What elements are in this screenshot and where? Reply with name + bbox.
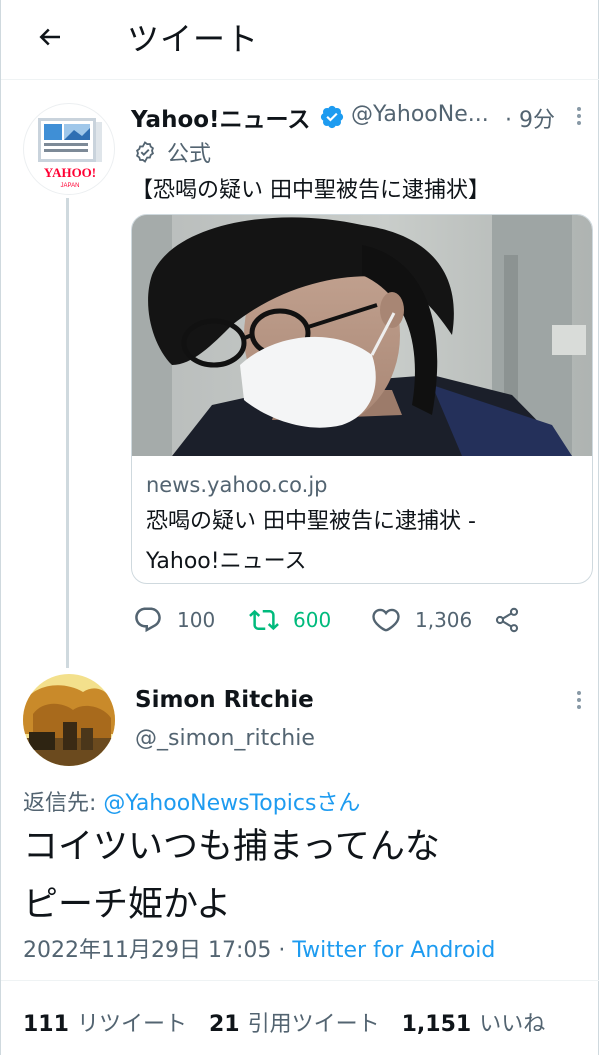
back-arrow-icon	[39, 28, 60, 46]
simon-ritchie-avatar[interactable]	[23, 674, 115, 766]
reply-author-handle[interactable]: @_simon_ritchie	[135, 726, 315, 751]
reply-text-line-1: コイツいつも捕まってんな	[23, 827, 440, 867]
card-site-name: Yahoo!ニュース	[146, 549, 307, 574]
replying-to-prefix: 返信先:	[23, 791, 104, 816]
author-handle[interactable]: @YahooNe...	[351, 102, 489, 127]
reply-count: 100	[177, 608, 216, 632]
quotes-label[interactable]: 引用ツイート	[248, 1012, 380, 1037]
divider	[1, 980, 599, 981]
back-button[interactable]	[31, 18, 69, 56]
svg-text:JAPAN: JAPAN	[61, 183, 80, 189]
reply-text-line-2: ピーチ姫かよ	[23, 885, 232, 925]
retweet-icon	[249, 609, 279, 631]
tweet-source[interactable]: Twitter for Android	[292, 938, 495, 963]
like-count: 1,306	[415, 608, 473, 632]
avatar-image	[23, 674, 115, 766]
yahoo-news-logo-icon: YAHOO! JAPAN	[38, 118, 102, 189]
mention-link[interactable]: @YahooNewsTopicsさん	[103, 791, 360, 816]
official-label: 公式	[167, 142, 212, 167]
tweet-time[interactable]: · 9分	[505, 102, 555, 134]
likes-label[interactable]: いいね	[479, 1012, 545, 1037]
thread-connector	[66, 198, 69, 668]
likes-number[interactable]: 1,151	[402, 1012, 472, 1037]
author-name[interactable]: Yahoo!ニュース	[131, 100, 310, 134]
quotes-number[interactable]: 21	[209, 1012, 240, 1037]
card-domain: news.yahoo.co.jp	[146, 473, 328, 497]
retweets-label[interactable]: リツイート	[77, 1012, 187, 1037]
tweet-timestamp[interactable]: 2022年11月29日 17:05 ·	[23, 938, 292, 963]
yahoo-news-avatar[interactable]: YAHOO! JAPAN	[23, 103, 115, 195]
reply-icon	[135, 607, 161, 633]
tweet-actions: 100 600 1,306	[131, 600, 591, 640]
svg-text:YAHOO!: YAHOO!	[44, 165, 96, 180]
verified-badge-icon	[320, 105, 344, 129]
replying-to: 返信先: @YahooNewsTopicsさん	[23, 785, 360, 817]
news-photo	[132, 215, 592, 456]
retweet-action[interactable]: 600	[249, 600, 331, 640]
heart-icon	[372, 608, 400, 632]
more-options-icon[interactable]	[571, 688, 587, 712]
reply-author-name[interactable]: Simon Ritchie	[135, 687, 314, 713]
card-title: 恐喝の疑い 田中聖被告に逮捕状 -	[146, 509, 476, 534]
tweet-detail-screen: ツイート YAHOO! JAPAN Yahoo!ニュース @YahooNe...…	[0, 0, 599, 1055]
more-options-icon[interactable]	[571, 104, 587, 128]
page-title: ツイート	[127, 20, 260, 58]
link-card[interactable]: news.yahoo.co.jp 恐喝の疑い 田中聖被告に逮捕状 - Yahoo…	[131, 214, 593, 584]
retweet-count: 600	[293, 608, 332, 632]
retweets-number[interactable]: 111	[23, 1012, 69, 1037]
share-action[interactable]	[493, 600, 521, 640]
share-icon	[495, 607, 519, 633]
top-bar: ツイート	[1, 0, 599, 80]
engagement-stats: 111 リツイート 21 引用ツイート 1,151 いいね	[23, 1006, 567, 1038]
tweet-meta: 2022年11月29日 17:05 · Twitter for Android	[23, 932, 495, 964]
tweet-text: 【恐喝の疑い 田中聖被告に逮捕状】	[131, 178, 490, 203]
like-action[interactable]: 1,306	[371, 600, 472, 640]
reply-action[interactable]: 100	[133, 600, 215, 640]
official-badge-icon	[136, 141, 154, 163]
